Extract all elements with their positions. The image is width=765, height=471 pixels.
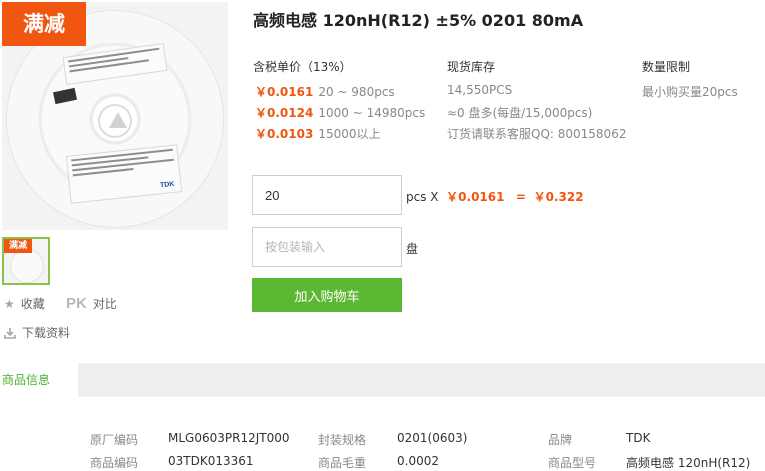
- thumbnail-promo-badge: 满减: [4, 239, 32, 253]
- info-value: 0201(0603): [397, 431, 468, 445]
- info-label: 原厂编码: [90, 433, 139, 447]
- price-header: 含税单价（13%）: [253, 60, 352, 74]
- tier-price: ￥0.0124: [255, 106, 314, 120]
- download-label: 下载资料: [22, 326, 71, 340]
- stock-quantity: 14,550PCS: [447, 83, 513, 97]
- tier-range: 1000 ~ 14980pcs: [318, 106, 426, 120]
- tier-range: 15000以上: [318, 127, 381, 141]
- stock-header: 现货库存: [447, 60, 496, 74]
- star-icon: ★: [4, 296, 15, 311]
- limit-header: 数量限制: [642, 60, 691, 74]
- info-label: 商品型号: [548, 456, 597, 470]
- download-docs-button[interactable]: 下载资料: [4, 324, 70, 341]
- qty-unit: pcs X: [406, 190, 439, 204]
- favorite-button[interactable]: ★ 收藏: [4, 295, 45, 312]
- compare-label: 对比: [92, 297, 117, 311]
- product-thumbnail[interactable]: 满减: [2, 237, 50, 285]
- info-value: 0.0002: [397, 454, 439, 468]
- info-value: TDK: [626, 431, 651, 445]
- reel-hub: [98, 104, 132, 138]
- product-title: 高频电感 120nH(R12) ±5% 0201 80mA: [253, 11, 584, 30]
- favorite-label: 收藏: [20, 297, 45, 311]
- reel-brand-mark: TDK: [159, 180, 175, 190]
- promo-badge: 满减: [2, 2, 86, 46]
- calc-unit-price: ￥0.0161: [446, 190, 505, 204]
- package-unit: 盘: [406, 242, 419, 256]
- thumbnail-reel: [10, 249, 44, 283]
- price-tier-row: ￥0.0124 1000 ~ 14980pcs: [255, 104, 425, 121]
- compare-button[interactable]: PK 对比: [66, 295, 117, 312]
- detail-tab-bar: [0, 363, 765, 397]
- info-value: MLG0603PR12JT000: [168, 431, 290, 445]
- info-label: 商品编码: [90, 456, 139, 470]
- info-label: 商品毛重: [318, 456, 367, 470]
- stock-reels: ≈0 盘多(每盘/15,000pcs): [447, 106, 593, 120]
- add-to-cart-button[interactable]: 加入购物车: [252, 278, 402, 312]
- package-quantity-input[interactable]: [252, 227, 402, 267]
- tab-product-info[interactable]: 商品信息: [0, 363, 78, 397]
- price-tier-row: ￥0.0161 20 ~ 980pcs: [255, 83, 395, 100]
- info-value: 03TDK013361: [168, 454, 254, 468]
- price-calculation: pcs X ￥0.0161 = ￥0.322: [406, 188, 584, 205]
- price-tier-row: ￥0.0103 15000以上: [255, 125, 381, 142]
- info-label: 封装规格: [318, 433, 367, 447]
- download-icon: [4, 327, 16, 339]
- reel-label: TDK: [65, 144, 183, 204]
- tier-price: ￥0.0103: [255, 127, 314, 141]
- quantity-input[interactable]: [252, 175, 402, 215]
- calc-total: ￥0.322: [533, 190, 584, 204]
- stock-contact: 订货请联系客服QQ: 800158062: [447, 127, 627, 141]
- pk-icon: PK: [66, 295, 87, 312]
- tier-price: ￥0.0161: [255, 85, 314, 99]
- reel-label: [62, 43, 168, 85]
- purchase-limit: 最小购买量20pcs: [642, 85, 738, 99]
- reel-barcode: [52, 87, 78, 105]
- calc-equals: =: [515, 190, 526, 204]
- tier-range: 20 ~ 980pcs: [318, 85, 395, 99]
- info-label: 品牌: [548, 433, 573, 447]
- info-value: 高频电感 120nH(R12) ±5...: [626, 456, 751, 470]
